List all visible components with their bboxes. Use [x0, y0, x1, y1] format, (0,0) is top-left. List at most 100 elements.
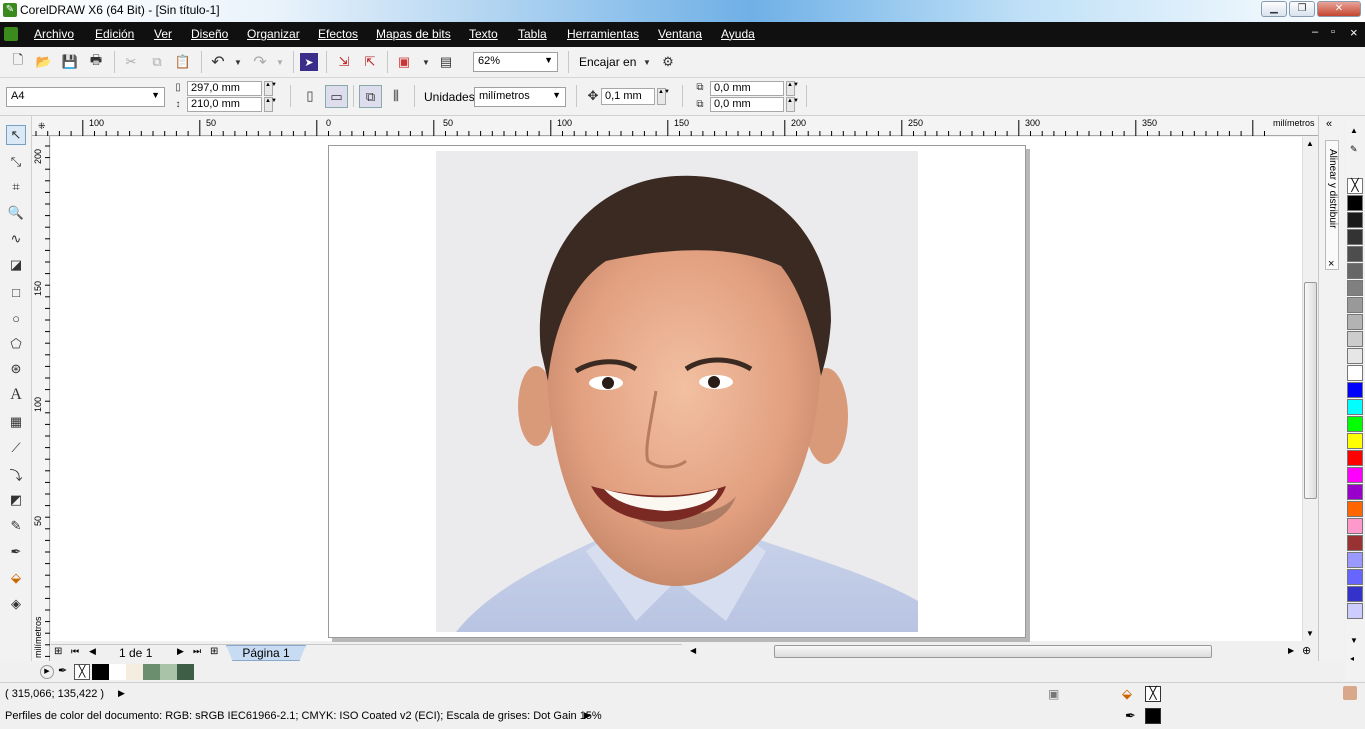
snap-to-button[interactable]: Encajar en	[579, 55, 636, 69]
welcome-screen-icon[interactable]: ▤	[437, 53, 455, 71]
freehand-tool-icon[interactable]: ∿	[6, 229, 26, 249]
width-spinner[interactable]: ▲▼	[264, 81, 277, 96]
outline-pen-tool-icon[interactable]: ✒	[6, 542, 26, 562]
menu-diseno[interactable]: Diseño	[191, 27, 228, 41]
color-swatch[interactable]	[1347, 484, 1363, 500]
menu-edicion[interactable]: Edición	[95, 27, 134, 41]
doc-restore-button[interactable]: ▫	[1331, 26, 1335, 38]
user-avatar-icon[interactable]	[1343, 686, 1357, 700]
color-swatch[interactable]	[1347, 246, 1363, 262]
menu-ayuda[interactable]: Ayuda	[721, 27, 755, 41]
menu-herramientas[interactable]: Herramientas	[567, 27, 639, 41]
outline-color-swatch[interactable]	[1145, 708, 1161, 724]
units-select[interactable]: milímetros ▼	[474, 87, 566, 107]
menu-ver[interactable]: Ver	[154, 27, 172, 41]
fill-none-swatch[interactable]: ╳	[1145, 686, 1161, 702]
document-color-profiles[interactable]: Perfiles de color del documento: RGB: sR…	[5, 710, 602, 722]
snap-dropdown-icon[interactable]: ▼	[638, 53, 656, 71]
menu-efectos[interactable]: Efectos	[318, 27, 358, 41]
close-button[interactable]: ✕	[1317, 1, 1361, 17]
smart-fill-tool-icon[interactable]: ◪	[6, 255, 26, 275]
color-swatch[interactable]	[1347, 382, 1363, 398]
menu-texto[interactable]: Texto	[469, 27, 498, 41]
color-swatch[interactable]	[1347, 586, 1363, 602]
connector-tool-icon[interactable]: ⤵	[6, 464, 26, 484]
scroll-up-icon[interactable]: ▲	[1306, 139, 1314, 148]
duplicate-x-field[interactable]: 0,0 mm	[710, 81, 784, 96]
doc-eyedropper-icon[interactable]: ✒	[58, 664, 67, 677]
color-proof-icon[interactable]: ▣	[1048, 687, 1059, 701]
menu-mapas-de-bits[interactable]: Mapas de bits	[376, 27, 451, 41]
landscape-icon[interactable]: ▭	[325, 85, 348, 108]
last-page-icon[interactable]: ⏭	[193, 646, 201, 657]
menu-tabla[interactable]: Tabla	[518, 27, 547, 41]
redo-dropdown-icon[interactable]: ▼	[271, 53, 289, 71]
scroll-left-icon[interactable]: ◀	[690, 646, 696, 655]
height-spinner[interactable]: ▲▼	[264, 97, 277, 112]
nudge-spinner[interactable]: ▲▼	[657, 88, 670, 105]
app-menu-icon[interactable]	[4, 27, 18, 41]
color-swatch[interactable]	[1347, 263, 1363, 279]
palette-options-icon[interactable]: ▶	[40, 665, 54, 679]
doc-close-button[interactable]: ×	[1350, 25, 1358, 40]
table-tool-icon[interactable]: ▦	[6, 412, 26, 432]
color-swatch[interactable]	[1347, 433, 1363, 449]
color-swatch[interactable]	[1347, 229, 1363, 245]
zoom-level-select[interactable]: 62% ▼	[473, 52, 558, 72]
redo-icon[interactable]: ↷	[251, 53, 269, 71]
color-swatch[interactable]	[1347, 569, 1363, 585]
blend-tool-icon[interactable]: ◩	[6, 490, 26, 510]
nudge-distance-field[interactable]: 0,1 mm	[601, 88, 655, 105]
color-swatch[interactable]	[1347, 399, 1363, 415]
doc-no-color-swatch[interactable]: ╳	[74, 664, 90, 680]
page-height-field[interactable]: 210,0 mm	[187, 97, 262, 112]
palette-flyout-icon[interactable]: ◂	[1350, 654, 1354, 663]
document-color-swatch[interactable]	[160, 664, 177, 680]
crop-tool-icon[interactable]: ⌗	[6, 177, 26, 197]
menu-archivo[interactable]: Archivo	[34, 27, 74, 41]
page-tab[interactable]: Página 1	[226, 645, 306, 661]
color-swatch[interactable]	[1347, 297, 1363, 313]
color-swatch[interactable]	[1347, 314, 1363, 330]
next-page-icon[interactable]: ▶	[177, 646, 184, 657]
portrait-icon[interactable]: ▯	[301, 87, 319, 105]
new-document-icon[interactable]: 🗋	[9, 52, 27, 71]
color-swatch[interactable]	[1347, 450, 1363, 466]
launcher-dropdown-icon[interactable]: ▼	[417, 53, 435, 71]
import-icon[interactable]: ⇲	[335, 53, 353, 71]
duplicate-y-field[interactable]: 0,0 mm	[710, 97, 784, 112]
dup-x-spinner[interactable]: ▲▼	[786, 81, 799, 96]
dup-y-spinner[interactable]: ▲▼	[786, 97, 799, 112]
interactive-fill-tool-icon[interactable]: ◈	[6, 594, 26, 614]
color-swatch[interactable]	[1347, 195, 1363, 211]
no-color-swatch[interactable]: ╳	[1347, 178, 1363, 194]
copy-icon[interactable]: ⧉	[148, 53, 166, 71]
vertical-scroll-thumb[interactable]	[1304, 282, 1317, 499]
color-swatch[interactable]	[1347, 518, 1363, 534]
paste-icon[interactable]: 📋	[174, 53, 192, 71]
color-swatch[interactable]	[1347, 552, 1363, 568]
add-page-after-icon[interactable]: ⊞	[210, 646, 218, 657]
dimension-tool-icon[interactable]: ⟋	[6, 438, 26, 458]
close-docker-icon[interactable]: ×	[1328, 258, 1334, 270]
color-swatch[interactable]	[1347, 535, 1363, 551]
coords-expand-icon[interactable]: ▶	[118, 688, 125, 699]
zoom-tool-icon[interactable]: 🔍	[6, 203, 26, 223]
document-color-swatch[interactable]	[109, 664, 126, 680]
search-content-icon[interactable]: ➤	[300, 53, 318, 71]
export-icon[interactable]: ⇱	[361, 53, 379, 71]
doc-minimize-button[interactable]: –	[1312, 26, 1318, 38]
fill-tool-icon[interactable]: ⬙	[6, 568, 26, 588]
polygon-tool-icon[interactable]: ⬠	[6, 334, 26, 354]
save-icon[interactable]: 💾	[61, 53, 79, 71]
expand-docker-icon[interactable]: «	[1326, 118, 1332, 130]
palette-eyedropper-icon[interactable]: ✎	[1350, 144, 1358, 155]
eyedropper-tool-icon[interactable]: ✎	[6, 516, 26, 536]
current-page-icon[interactable]: ⫼	[387, 87, 405, 105]
docker-tab[interactable]: Alinear y distribuir	[1325, 140, 1339, 270]
scroll-right-icon[interactable]: ▶	[1288, 646, 1294, 655]
page-size-select[interactable]: A4 ▼	[6, 87, 165, 107]
minimize-button[interactable]: ▁	[1261, 1, 1287, 17]
document-color-swatch[interactable]	[92, 664, 109, 680]
color-swatch[interactable]	[1347, 501, 1363, 517]
